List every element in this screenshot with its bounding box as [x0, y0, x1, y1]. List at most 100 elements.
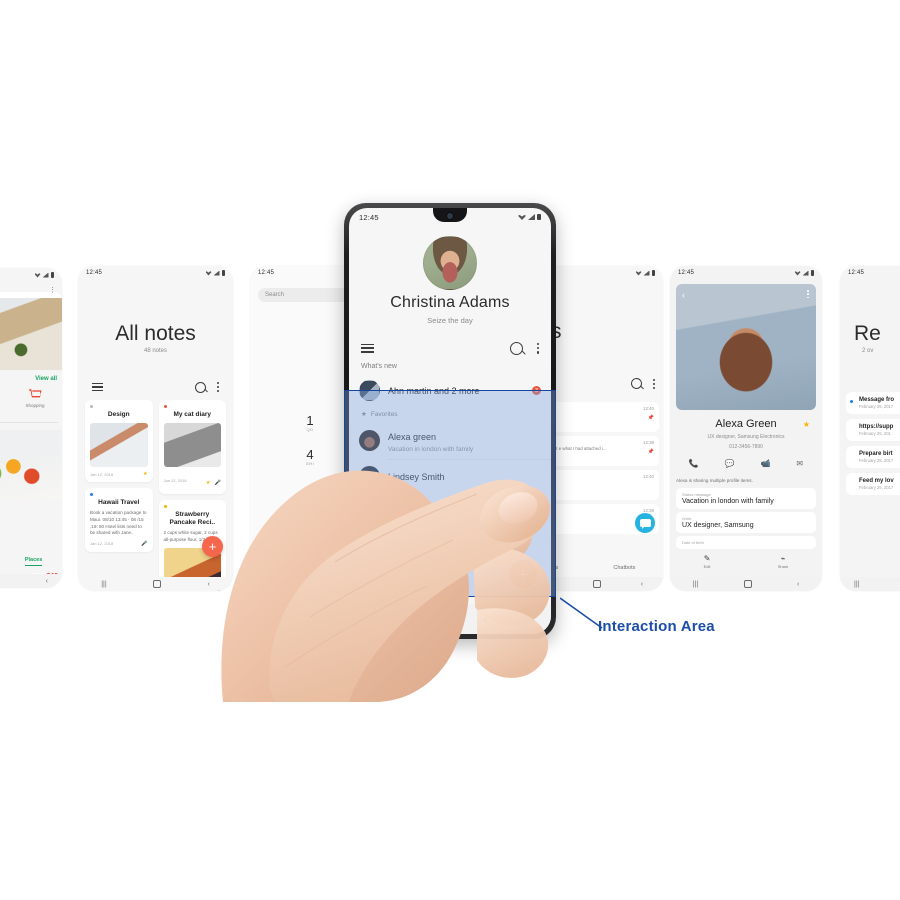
- quick-actions: me xes Shopping: [0, 388, 62, 418]
- reminder-date: February 25, 2017: [859, 485, 894, 490]
- field-value: UX designer, Samsung: [682, 522, 754, 529]
- more-options-icon[interactable]: [653, 378, 655, 389]
- star-icon: ★: [205, 480, 211, 487]
- new-message-fab[interactable]: [635, 513, 655, 533]
- home-icon[interactable]: [743, 580, 752, 588]
- list-item[interactable]: Ahn martin and 2 more 3: [349, 374, 551, 407]
- unread-badge: 3: [532, 386, 541, 395]
- view-all-link[interactable]: View all: [35, 376, 57, 382]
- recents-icon[interactable]: |||: [101, 581, 106, 588]
- messages-bottom-tabs: tacts Chatbots: [543, 565, 663, 571]
- reminder-row[interactable]: https://supp February 25, 201: [846, 419, 900, 441]
- back-icon[interactable]: ‹: [46, 578, 48, 585]
- more-options-icon[interactable]: [807, 290, 809, 300]
- wifi-icon: [205, 271, 212, 276]
- reminder-row[interactable]: Prepare birt February 25, 2017: [846, 446, 900, 468]
- reminder-row[interactable]: Message fro February 25, 2017: [846, 392, 900, 414]
- signal-icon: [643, 270, 650, 276]
- menu-icon[interactable]: [92, 383, 103, 391]
- video-call-icon[interactable]: 📹: [761, 459, 771, 468]
- back-icon[interactable]: ‹: [797, 581, 799, 588]
- note-card[interactable]: Hawaii Travel Book a vacation package to…: [85, 488, 153, 552]
- list-item[interactable]: Agatha G: [349, 506, 551, 539]
- call-icon[interactable]: 📞: [689, 459, 699, 468]
- list-item[interactable]: Lindsey Smith: [349, 460, 551, 493]
- status-time: 12:45: [258, 270, 275, 276]
- quick-action-shopping[interactable]: Shopping: [8, 388, 62, 418]
- search-icon[interactable]: [631, 378, 642, 389]
- more-options-icon[interactable]: [217, 382, 219, 392]
- message-row[interactable]: 12:40 📌: [543, 402, 659, 432]
- tab-places[interactable]: Places: [24, 557, 43, 566]
- back-icon[interactable]: ‹: [484, 613, 488, 625]
- back-icon[interactable]: ‹: [682, 290, 685, 300]
- notes-title: All notes: [115, 322, 196, 345]
- message-time: 12:40: [643, 474, 654, 479]
- reminders-title: Re: [854, 322, 881, 345]
- share-button[interactable]: ⌁ Share: [778, 554, 789, 569]
- contact-actions: 📞 💬 📹 ✉: [676, 456, 816, 470]
- search-icon[interactable]: [195, 381, 206, 393]
- pin-icon: 📌: [647, 449, 654, 455]
- battery-icon: [810, 270, 814, 276]
- hero-nav-bar: ‹: [349, 604, 551, 634]
- note-dot: [90, 493, 93, 497]
- hero-status-bar: 12:45: [349, 208, 551, 226]
- pin-icon: 📌: [647, 415, 654, 421]
- back-icon[interactable]: ‹: [641, 581, 643, 588]
- tab-chatbots[interactable]: Chatbots: [613, 565, 635, 571]
- notes-status-bar: 12:45: [78, 266, 233, 280]
- contact-field[interactable]: Date of birth: [676, 536, 816, 549]
- notes-count: 48 notes: [143, 348, 168, 354]
- message-row[interactable]: y e was the most e what I had attached i…: [543, 436, 659, 466]
- contact-name: Lindsey Smith: [388, 471, 445, 482]
- quick-action-home[interactable]: me xes: [0, 388, 8, 418]
- note-card[interactable]: My cat diary Jan 12, 2018 ★ 🎤: [158, 400, 226, 495]
- reminders-subtitle: 2 ov: [862, 348, 874, 354]
- reminder-row[interactable]: Feed my lov February 25, 2017: [846, 473, 900, 495]
- microphone-icon: 🎤: [141, 540, 148, 547]
- home-icon[interactable]: [592, 580, 601, 588]
- message-row[interactable]: 12:40: [543, 470, 659, 500]
- add-note-fab[interactable]: +: [202, 536, 223, 557]
- messages-screen: ssages read messages 12:40 📌 y e was the…: [543, 266, 663, 591]
- notes-grid: Design Jan 12, 2018 ★ Hawaii Travel Book…: [85, 400, 226, 591]
- contact-status: Vacation in london with family: [388, 446, 474, 453]
- message-preview: e was the most e what I had attached i..…: [543, 446, 607, 451]
- reminder-title: Message fro: [859, 397, 895, 403]
- status-time: 12:45: [848, 270, 865, 276]
- edit-button[interactable]: ✎ Edit: [704, 554, 711, 569]
- more-options-icon[interactable]: ⋮: [49, 286, 56, 294]
- more-options-icon[interactable]: [537, 342, 540, 354]
- reminders-nav-bar: |||: [840, 577, 900, 591]
- email-icon[interactable]: ✉: [796, 459, 803, 468]
- home-icon[interactable]: [153, 580, 162, 588]
- profile-avatar[interactable]: [423, 236, 477, 290]
- battery-icon: [221, 270, 225, 276]
- home-icon[interactable]: [412, 613, 425, 625]
- phone-food-places: ⋮ $80 $48 View all me xes Shopping en Po…: [0, 268, 62, 588]
- contact-field[interactable]: Work UX designer, Samsung: [676, 512, 816, 533]
- share-icon: ⌁: [780, 554, 786, 563]
- star-icon: ★: [143, 471, 148, 478]
- add-contact-fab[interactable]: +: [509, 560, 537, 588]
- menu-icon[interactable]: [361, 343, 374, 353]
- message-icon[interactable]: 💬: [725, 459, 735, 468]
- favorite-star-icon[interactable]: ★: [803, 420, 810, 429]
- note-title: Hawaii Travel: [98, 499, 140, 507]
- recents-icon[interactable]: |||: [854, 581, 859, 588]
- list-item[interactable]: Alexa green Vacation in london with fami…: [349, 421, 551, 459]
- messages-toolbar: [631, 378, 655, 389]
- contact-field[interactable]: Status message Vacation in london with f…: [676, 488, 816, 509]
- reminders-status-bar: 12:45: [840, 266, 900, 280]
- recents-icon[interactable]: |||: [693, 581, 698, 588]
- note-card[interactable]: Design Jan 12, 2018 ★: [85, 400, 153, 483]
- search-icon[interactable]: [510, 341, 523, 355]
- screenshot-canvas: ⋮ $80 $48 View all me xes Shopping en Po…: [0, 0, 900, 900]
- back-icon[interactable]: ‹: [207, 581, 209, 588]
- section-label: A: [361, 496, 366, 503]
- signal-icon: [42, 272, 49, 278]
- field-label: Work: [682, 516, 692, 521]
- phone-reminders: 12:45 Re 2 ov Message fro February 25, 2…: [840, 266, 900, 591]
- favorites-section-header: ★ Favorites: [349, 407, 551, 421]
